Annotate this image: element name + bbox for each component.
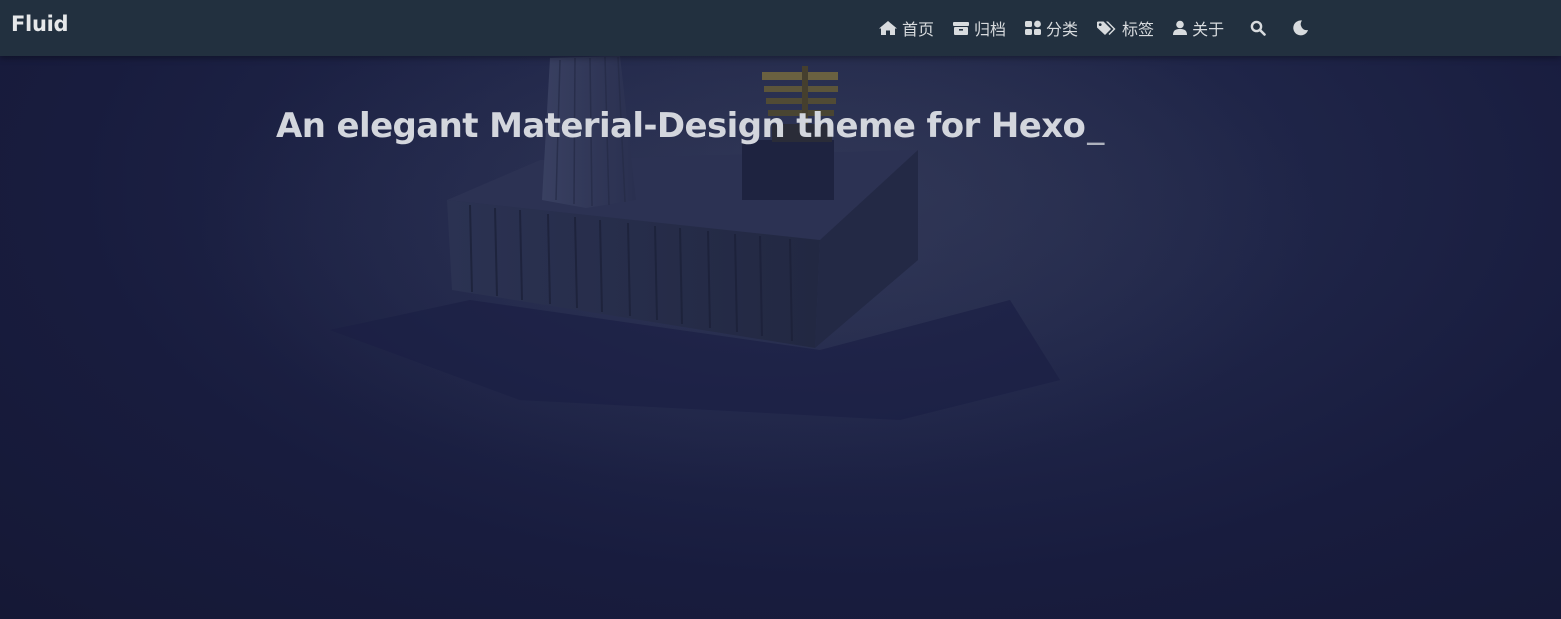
nav-item-about[interactable]: 关于 <box>1172 16 1224 40</box>
nav-item-archive[interactable]: 归档 <box>952 16 1006 40</box>
banner-background-image <box>200 0 1320 490</box>
nav-item-categories[interactable]: 分类 <box>1024 16 1078 40</box>
top-navbar: Fluid 首页 归档 分类 标签 关于 <box>0 0 1561 56</box>
nav-item-home-label: 首页 <box>902 20 935 39</box>
tags-icon <box>1097 21 1116 35</box>
nav-item-archive-label: 归档 <box>974 20 1007 39</box>
search-button[interactable] <box>1246 16 1270 40</box>
category-icon <box>1025 20 1042 35</box>
nav-item-about-label: 关于 <box>1192 20 1225 39</box>
home-icon <box>879 21 897 35</box>
brand-logo-link[interactable]: Fluid <box>11 12 69 36</box>
nav-item-tags[interactable]: 标签 <box>1096 16 1154 40</box>
nav-item-categories-label: 分类 <box>1046 20 1079 39</box>
typing-cursor: _ <box>1087 106 1104 146</box>
page: Fluid 首页 归档 分类 标签 关于 An elegant Material… <box>0 0 1561 619</box>
nav-item-tags-label: 标签 <box>1122 20 1155 39</box>
banner-subtitle-text: An elegant Material-Design theme for Hex… <box>276 106 1086 146</box>
nav-item-home[interactable]: 首页 <box>878 16 934 40</box>
dark-mode-toggle[interactable] <box>1288 16 1312 40</box>
archive-icon <box>953 22 970 35</box>
user-icon <box>1173 20 1188 35</box>
moon-icon <box>1293 20 1309 36</box>
nav-menu: 首页 归档 分类 标签 关于 <box>878 0 1312 56</box>
banner-subtitle: An elegant Material-Design theme for Hex… <box>276 106 1104 146</box>
search-icon <box>1250 20 1266 36</box>
